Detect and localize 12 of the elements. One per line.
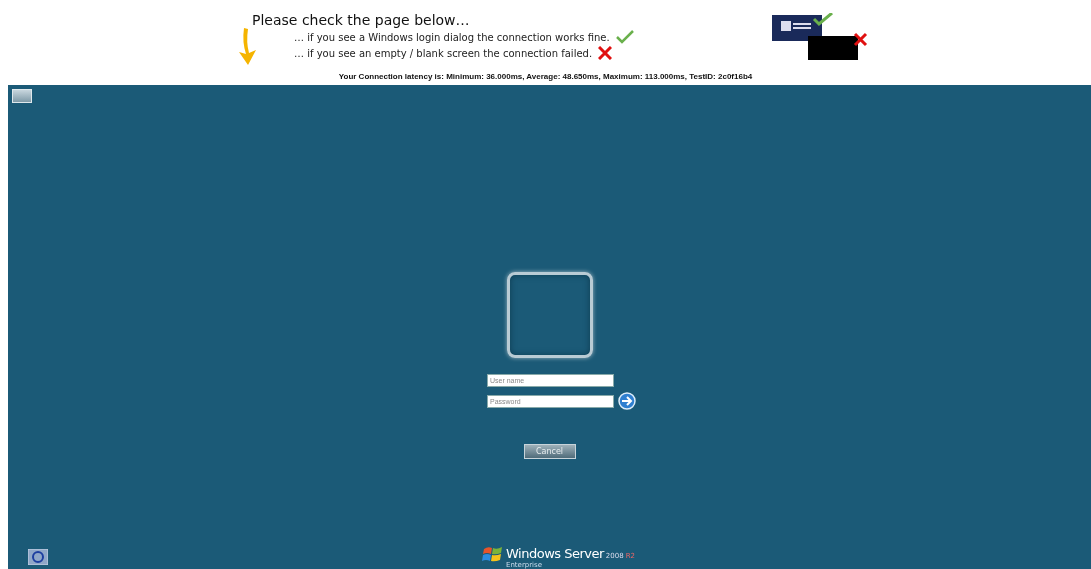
cancel-button[interactable]: Cancel bbox=[523, 444, 576, 459]
cross-icon bbox=[598, 46, 613, 60]
ease-of-access-icon[interactable] bbox=[28, 549, 48, 565]
latency-text: Your Connection latency is: Minimum: 36.000ms, Average: 48.650ms, Maximum: 113.000ms, TestID: 2c0f16b4 bbox=[337, 72, 754, 81]
instruction-line: … if you see a Windows login dialog the connection works fine. bbox=[294, 31, 610, 43]
login-screen-drawing bbox=[772, 13, 834, 41]
down-arrow-icon bbox=[236, 28, 258, 66]
instruction-line: … if you see an empty / blank screen the connection failed. bbox=[294, 47, 593, 59]
check-icon bbox=[615, 30, 634, 44]
product-name: Windows Server bbox=[506, 546, 604, 561]
windows-logo-icon bbox=[482, 546, 504, 564]
instruction-title: Please check the page below… bbox=[252, 12, 470, 28]
